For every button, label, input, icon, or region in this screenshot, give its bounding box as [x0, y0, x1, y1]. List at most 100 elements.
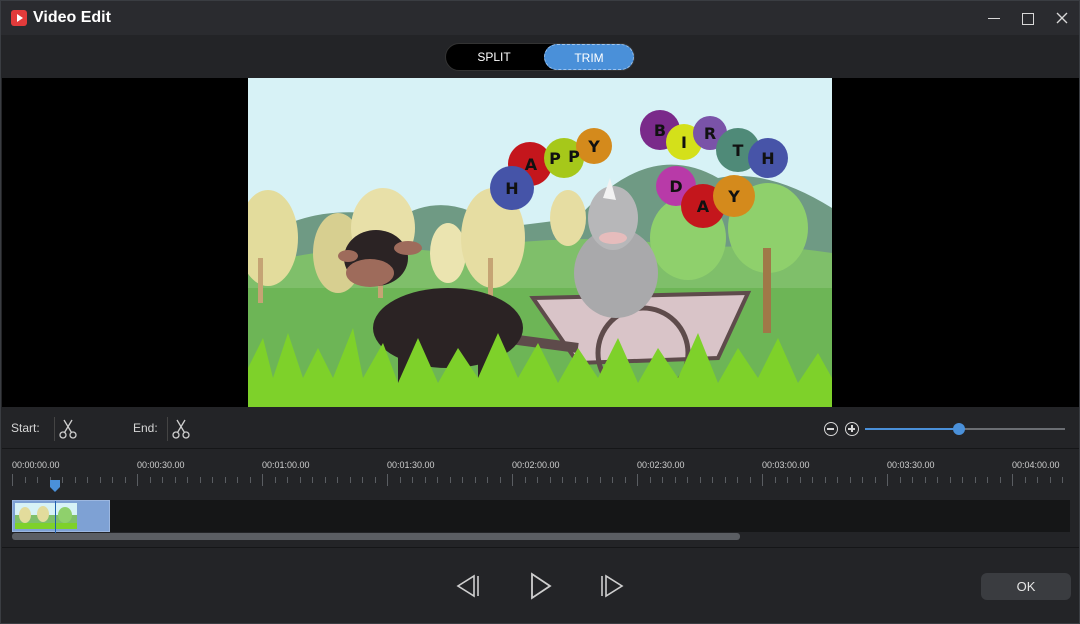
mode-toggle: SPLIT TRIM — [445, 43, 635, 71]
time-tick — [37, 477, 38, 483]
video-track[interactable] — [12, 500, 1070, 533]
clip-playhead-line — [55, 501, 56, 533]
time-tick — [1049, 477, 1051, 483]
trim-controls: Start: End: — [2, 409, 1079, 449]
balloon-letter: R — [704, 124, 716, 143]
time-tick — [724, 477, 726, 483]
time-tick — [62, 477, 63, 483]
time-tick — [899, 477, 901, 483]
next-frame-icon[interactable] — [596, 570, 628, 602]
time-tick — [374, 477, 376, 483]
time-tick — [1037, 477, 1038, 483]
balloon-letter: Y — [727, 187, 740, 206]
time-tick — [349, 477, 351, 483]
balloon-letter: B — [654, 121, 666, 140]
time-tick — [762, 474, 763, 486]
balloon-letter: H — [505, 179, 518, 198]
time-tick-label: 00:02:30.00 — [637, 460, 685, 470]
time-tick — [962, 477, 963, 483]
maximize-icon[interactable] — [1011, 1, 1045, 35]
timeline-scrollbar[interactable] — [12, 533, 740, 540]
timeline: 00:00:00.00 00:00:30.00 00:01:00.00 00:01:3… — [2, 450, 1079, 546]
time-tick — [437, 477, 438, 483]
time-ruler[interactable]: 00:00:00.00 00:00:30.00 00:01:00.00 00:01:3… — [12, 460, 1068, 490]
ok-button[interactable]: OK — [981, 573, 1071, 600]
end-scissors-icon[interactable] — [170, 418, 192, 440]
time-tick — [674, 477, 676, 483]
time-tick — [612, 477, 613, 483]
time-tick — [737, 477, 738, 483]
time-tick — [924, 477, 926, 483]
time-tick-label: 00:01:00.00 — [262, 460, 310, 470]
balloon-letter: A — [697, 197, 710, 216]
time-tick — [537, 477, 538, 483]
zoom-in-icon[interactable] — [845, 422, 859, 436]
time-tick — [199, 477, 201, 483]
time-tick — [974, 477, 976, 483]
balloon-letter: Y — [587, 137, 600, 156]
minimize-icon[interactable] — [977, 1, 1011, 35]
time-tick — [662, 477, 663, 483]
divider — [54, 417, 55, 441]
time-tick — [587, 477, 588, 483]
time-tick — [799, 477, 801, 483]
title-bar: Video Edit — [1, 1, 1079, 35]
time-tick — [912, 477, 913, 483]
time-tick — [862, 477, 863, 483]
play-icon[interactable] — [524, 570, 556, 602]
time-tick — [312, 477, 313, 483]
time-tick-label: 00:04:00.00 — [1012, 460, 1060, 470]
time-tick — [162, 477, 163, 483]
window-title: Video Edit — [33, 9, 111, 26]
zoom-slider-fill — [865, 428, 959, 430]
time-tick — [337, 477, 338, 483]
time-tick — [999, 477, 1001, 483]
time-tick — [549, 477, 551, 483]
time-tick — [987, 477, 988, 483]
playback-controls: OK — [2, 547, 1079, 623]
time-tick — [387, 474, 388, 486]
time-tick — [1012, 474, 1013, 486]
time-tick — [412, 477, 413, 483]
time-tick — [837, 477, 838, 483]
time-tick — [99, 477, 101, 483]
balloon-letter: H — [761, 149, 774, 168]
time-tick — [949, 477, 951, 483]
video-preview: H A P P Y B I R T H D A Y — [2, 78, 1079, 407]
time-tick — [749, 477, 751, 483]
time-tick — [574, 477, 576, 483]
zoom-slider[interactable] — [865, 423, 1065, 435]
trim-tab[interactable]: TRIM — [544, 44, 634, 70]
end-label: End: — [133, 421, 158, 435]
previous-frame-icon[interactable] — [452, 570, 484, 602]
close-icon[interactable] — [1045, 1, 1079, 35]
time-tick-label: 00:03:30.00 — [887, 460, 935, 470]
time-tick — [449, 477, 451, 483]
time-tick — [12, 474, 13, 486]
time-tick — [1062, 477, 1063, 483]
divider — [167, 417, 168, 441]
zoom-slider-thumb[interactable] — [953, 423, 965, 435]
time-tick — [812, 477, 813, 483]
time-tick — [874, 477, 876, 483]
time-tick — [712, 477, 713, 483]
balloon-letter: P — [568, 147, 580, 166]
playhead-marker[interactable] — [50, 479, 60, 492]
start-scissors-icon[interactable] — [57, 418, 79, 440]
time-tick — [224, 477, 226, 483]
split-tab[interactable]: SPLIT — [446, 44, 542, 70]
time-tick — [887, 474, 888, 486]
time-tick — [774, 477, 776, 483]
balloon-letter: P — [549, 149, 561, 168]
time-tick — [462, 477, 463, 483]
time-tick — [124, 477, 126, 483]
time-tick — [149, 477, 151, 483]
zoom-out-icon[interactable] — [824, 422, 838, 436]
video-clip[interactable] — [12, 500, 110, 533]
time-tick — [787, 477, 788, 483]
video-edit-window: Video Edit SPLIT TRIM H A P P Y B I R T … — [0, 0, 1080, 624]
time-tick — [699, 477, 701, 483]
time-tick — [937, 477, 938, 483]
time-tick — [287, 477, 288, 483]
time-tick-label: 00:01:30.00 — [387, 460, 435, 470]
